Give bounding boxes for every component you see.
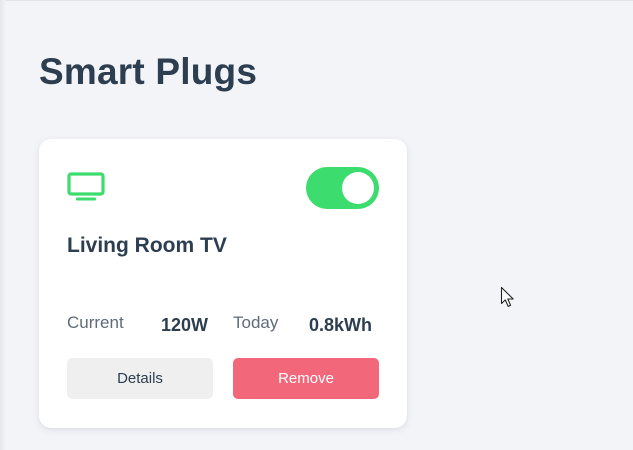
current-value: 120W: [161, 315, 209, 335]
toggle-knob: [342, 172, 374, 204]
window-top-border: [0, 0, 633, 1]
remove-button[interactable]: Remove: [233, 358, 379, 399]
window-left-shadow: [0, 0, 6, 450]
power-toggle[interactable]: [306, 167, 379, 209]
current-label: Current: [67, 313, 124, 332]
device-name: Living Room TV: [67, 234, 227, 257]
details-button[interactable]: Details: [67, 358, 213, 399]
plug-card: Living Room TV Current 120W Today 0.8kWh…: [39, 139, 407, 428]
tv-icon: [67, 172, 105, 201]
today-value: 0.8kWh: [309, 315, 373, 335]
today-label: Today: [233, 313, 279, 332]
page-title: Smart Plugs: [39, 51, 258, 92]
mouse-cursor-icon: [500, 286, 514, 307]
